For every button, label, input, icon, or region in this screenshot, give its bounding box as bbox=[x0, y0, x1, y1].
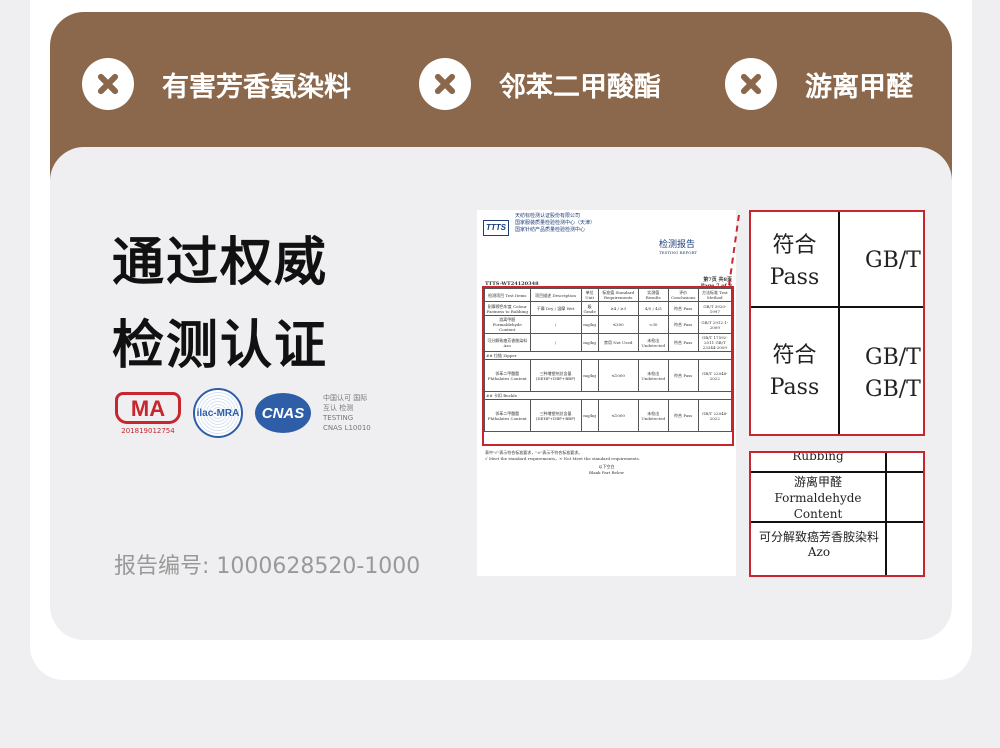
cert-logos: MA 201819012754 ilac-MRA CNAS 中国认可 国际互认 检… bbox=[115, 388, 373, 438]
cma-logo: MA 201819012754 bbox=[115, 391, 181, 435]
content-en: Content bbox=[793, 507, 843, 521]
azo-label: 可分解致癌芳香胺染料 Azo bbox=[755, 530, 883, 560]
ttts-logo: TTTS bbox=[483, 220, 509, 236]
method-line: GB/T bbox=[865, 377, 921, 402]
cnas-caption-cn: 中国认可 国际互认 检测 bbox=[323, 394, 368, 412]
method-2: GB/T GB/T bbox=[865, 342, 921, 406]
x-circle-icon bbox=[82, 58, 134, 110]
azo-en: Azo bbox=[807, 545, 831, 559]
cnas-caption: 中国认可 国际互认 检测 TESTING CNAS L10010 bbox=[323, 393, 373, 433]
headline: 通过权威 检测认证 bbox=[112, 222, 328, 388]
x-circle-icon bbox=[419, 58, 471, 110]
cnas-testing: TESTING bbox=[323, 414, 354, 422]
ma-number: 201819012754 bbox=[121, 426, 175, 435]
blank-en: Blank Part Below bbox=[589, 470, 624, 475]
footnotes: 表中"√"表示符合标准要求，"×"表示不符合标准要求。 √ Meet the st… bbox=[485, 450, 640, 462]
highlight-box bbox=[482, 286, 734, 446]
test-report-document: TTTS 天纺标检测认证股份有限公司 国家服装质量检验检测中心（天津） 国家针纺产品… bbox=[477, 210, 736, 576]
footnote-en: √ Meet the standard requirements，× Not M… bbox=[485, 456, 640, 461]
cnas-text: CNAS bbox=[261, 404, 305, 422]
zoom-callout-items: Rubbing 游离甲醛 Formaldehyde Content 可分解致癌芳香胺… bbox=[749, 451, 925, 577]
blank-note: 以下空白 Blank Part Below bbox=[477, 464, 736, 476]
zoom-callout-results: 符合 Pass GB/T 符合 Pass GB/T GB/T bbox=[749, 210, 925, 436]
formaldehyde-en: Formaldehyde bbox=[774, 491, 862, 505]
cnas-logo: CNAS bbox=[255, 393, 311, 433]
org-name: 天纺标检测认证股份有限公司 bbox=[515, 213, 581, 219]
x-circle-icon bbox=[725, 58, 777, 110]
feature-formaldehyde: 游离甲醛 bbox=[725, 58, 913, 110]
conc-cn: 符合 bbox=[772, 233, 817, 258]
rubbing-label: Rubbing bbox=[792, 451, 844, 463]
method-1: GB/T bbox=[865, 248, 921, 273]
feature-label: 邻苯二甲酸酯 bbox=[499, 71, 661, 103]
report-title-cn: 检测报告 bbox=[659, 240, 696, 250]
conc-en: Pass bbox=[769, 375, 820, 400]
formaldehyde-label: 游离甲醛 Formaldehyde Content bbox=[751, 474, 885, 522]
conclusion-1: 符合 Pass bbox=[751, 230, 838, 294]
feature-azo: 有害芳香氨染料 bbox=[82, 58, 351, 110]
ma-text: MA bbox=[115, 391, 181, 424]
report-title: 检测报告 TESTING REPORT bbox=[659, 237, 697, 255]
conclusion-2: 符合 Pass bbox=[751, 340, 838, 404]
ilac-text: ilac-MRA bbox=[196, 407, 240, 419]
feature-label: 游离甲醛 bbox=[805, 71, 913, 103]
report-title-en: TESTING REPORT bbox=[659, 250, 698, 255]
org-sub2: 国家针纺产品质量检验检测中心 bbox=[515, 227, 586, 233]
org-header: 天纺标检测认证股份有限公司 国家服装质量检验检测中心（天津） 国家针纺产品质量检验检… bbox=[515, 213, 595, 234]
headline-line1: 通过权威 bbox=[112, 233, 329, 293]
page-cn: 第7页 共8页 bbox=[703, 277, 732, 283]
report-number: 报告编号: 1000628520-1000 bbox=[114, 554, 421, 579]
ilac-mra-logo: ilac-MRA bbox=[193, 388, 243, 438]
headline-line2: 检测认证 bbox=[112, 316, 329, 376]
formaldehyde-cn: 游离甲醛 bbox=[793, 475, 842, 489]
cnas-number: CNAS L10010 bbox=[323, 424, 371, 432]
feature-phthalate: 邻苯二甲酸酯 bbox=[419, 58, 661, 110]
method-line: GB/T bbox=[865, 345, 921, 370]
feature-label: 有害芳香氨染料 bbox=[162, 71, 351, 103]
conc-en: Pass bbox=[769, 265, 820, 290]
azo-cn: 可分解致癌芳香胺染料 bbox=[758, 530, 879, 544]
conc-cn: 符合 bbox=[772, 343, 817, 368]
org-sub: 国家服装质量检验检测中心（天津） bbox=[515, 220, 596, 226]
